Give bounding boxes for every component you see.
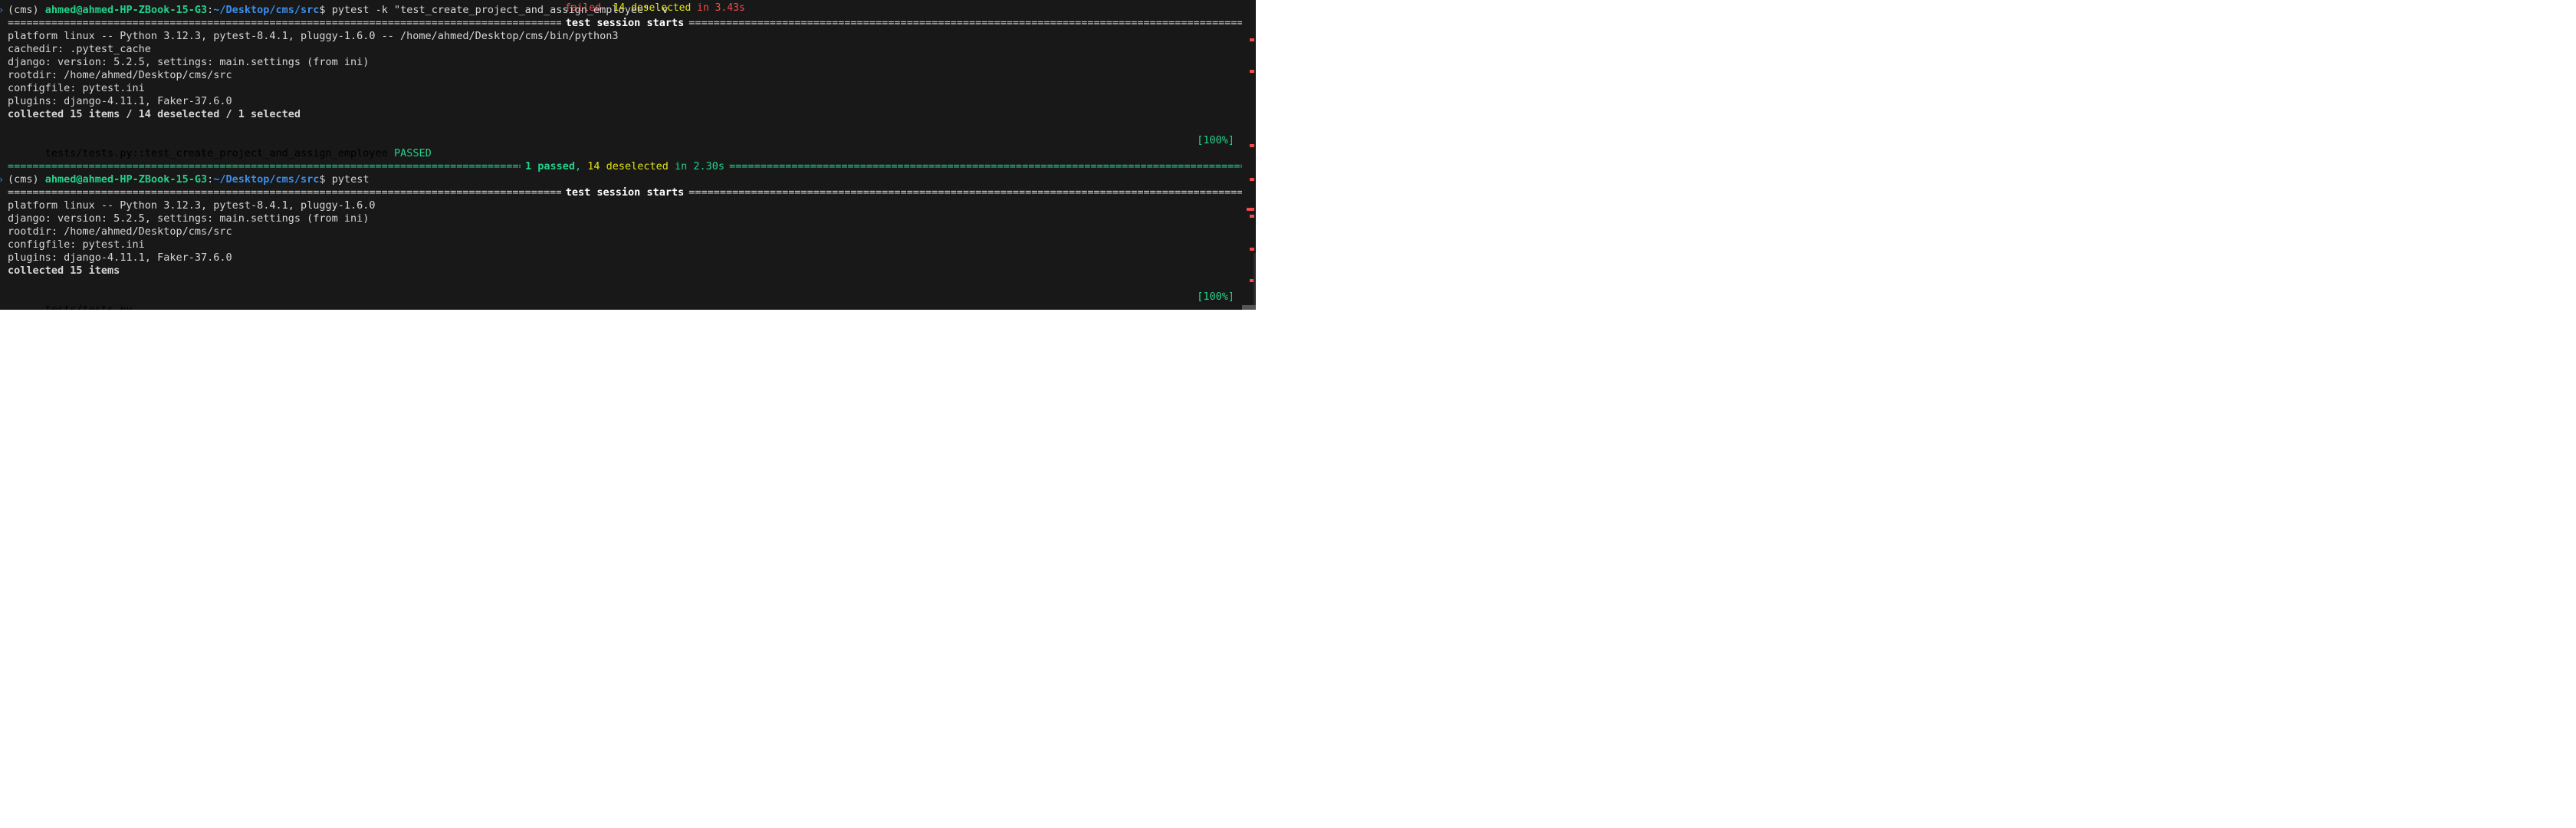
duration: in 2.30s xyxy=(668,160,725,172)
separator-right: ========================================… xyxy=(729,160,1242,172)
resize-handle[interactable] xyxy=(1242,305,1256,310)
test-status: PASSED xyxy=(393,147,432,159)
session-header: ========================================… xyxy=(8,186,1242,199)
progress-percent: [100%] xyxy=(1197,134,1234,146)
prompt-env: (cms) xyxy=(8,4,45,16)
session-summary: ========================================… xyxy=(8,160,1242,173)
scrollbar[interactable] xyxy=(1245,0,1256,310)
info-line: rootdir: /home/ahmed/Desktop/cms/src xyxy=(8,225,232,238)
info-line: configfile: pytest.ini xyxy=(8,82,145,94)
collected-line: collected 15 items xyxy=(8,264,120,277)
separator-right: ========================================… xyxy=(688,186,1242,199)
info-line: platform linux -- Python 3.12.3, pytest-… xyxy=(8,30,619,42)
error-marker xyxy=(1247,208,1254,211)
terminal-output[interactable]: failed, 14 deselected in 3.43s › (cms) a… xyxy=(0,0,1242,310)
prompt-path: ~/Desktop/cms/src xyxy=(213,173,320,186)
prompt-arrow-icon: › xyxy=(0,4,5,17)
terminal-window[interactable]: failed, 14 deselected in 3.43s › (cms) a… xyxy=(0,0,1256,310)
prompt-env: (cms) xyxy=(8,173,45,186)
scrollbar-thumb[interactable] xyxy=(1254,253,1256,310)
info-line: platform linux -- Python 3.12.3, pytest-… xyxy=(8,199,376,212)
separator-left: ========================================… xyxy=(8,17,561,29)
error-marker xyxy=(1250,178,1254,181)
separator-left: ========================================… xyxy=(8,160,521,172)
separator-right: ========================================… xyxy=(688,17,1242,29)
collected-line: collected 15 items / 14 deselected / 1 s… xyxy=(8,108,301,120)
deselected-count: 14 deselected xyxy=(587,160,669,172)
error-marker xyxy=(1250,38,1254,41)
info-line: django: version: 5.2.5, settings: main.s… xyxy=(8,212,370,225)
error-marker xyxy=(1250,215,1254,218)
header-title: test session starts xyxy=(565,17,685,29)
duration: in 3.43s xyxy=(691,2,745,14)
info-line: cachedir: .pytest_cache xyxy=(8,43,151,55)
command-text: pytest -k "test_create_project_and_assig… xyxy=(331,4,669,16)
info-line: rootdir: /home/ahmed/Desktop/cms/src xyxy=(8,69,232,81)
info-line: configfile: pytest.ini xyxy=(8,238,145,251)
info-line: plugins: django-4.11.1, Faker-37.6.0 xyxy=(8,251,232,264)
error-marker xyxy=(1250,144,1254,147)
prompt-path: ~/Desktop/cms/src xyxy=(213,4,320,16)
prompt-dollar: $ xyxy=(319,173,332,186)
progress-percent: [100%] xyxy=(1197,291,1234,303)
session-header: ========================================… xyxy=(8,17,1242,30)
test-name: tests/tests.py::test_create_project_and_… xyxy=(44,147,394,159)
prompt-arrow-icon: › xyxy=(0,173,5,186)
test-file: tests/tests.py xyxy=(44,304,139,310)
prompt-line: (cms) ahmed@ahmed-HP-ZBook-15-G3:~/Deskt… xyxy=(8,4,669,17)
info-line: django: version: 5.2.5, settings: main.s… xyxy=(8,56,370,68)
prompt-dollar: $ xyxy=(319,4,332,16)
command-text: pytest xyxy=(331,173,370,186)
header-title: test session starts xyxy=(565,186,685,199)
info-line: plugins: django-4.11.1, Faker-37.6.0 xyxy=(8,95,232,107)
previous-summary-line: failed, 14 deselected in 3.43s xyxy=(529,0,745,14)
test-dots: ............... xyxy=(138,304,232,310)
separator-left: ========================================… xyxy=(8,186,561,199)
error-marker xyxy=(1250,70,1254,73)
test-result-row: tests/tests.py::test_create_project_and_… xyxy=(8,134,1234,159)
summary-text: 1 passed, 14 deselected in 2.30s xyxy=(521,160,729,173)
prompt-user: ahmed@ahmed-HP-ZBook-15-G3 xyxy=(44,173,208,186)
passed-count: 1 passed xyxy=(524,160,575,172)
error-marker xyxy=(1250,248,1254,251)
separator: , xyxy=(574,160,588,172)
prompt-user: ahmed@ahmed-HP-ZBook-15-G3 xyxy=(44,4,208,16)
test-result-row: tests/tests.py ............... [100%] xyxy=(8,291,1234,310)
prompt-line: (cms) ahmed@ahmed-HP-ZBook-15-G3:~/Deskt… xyxy=(8,173,369,186)
